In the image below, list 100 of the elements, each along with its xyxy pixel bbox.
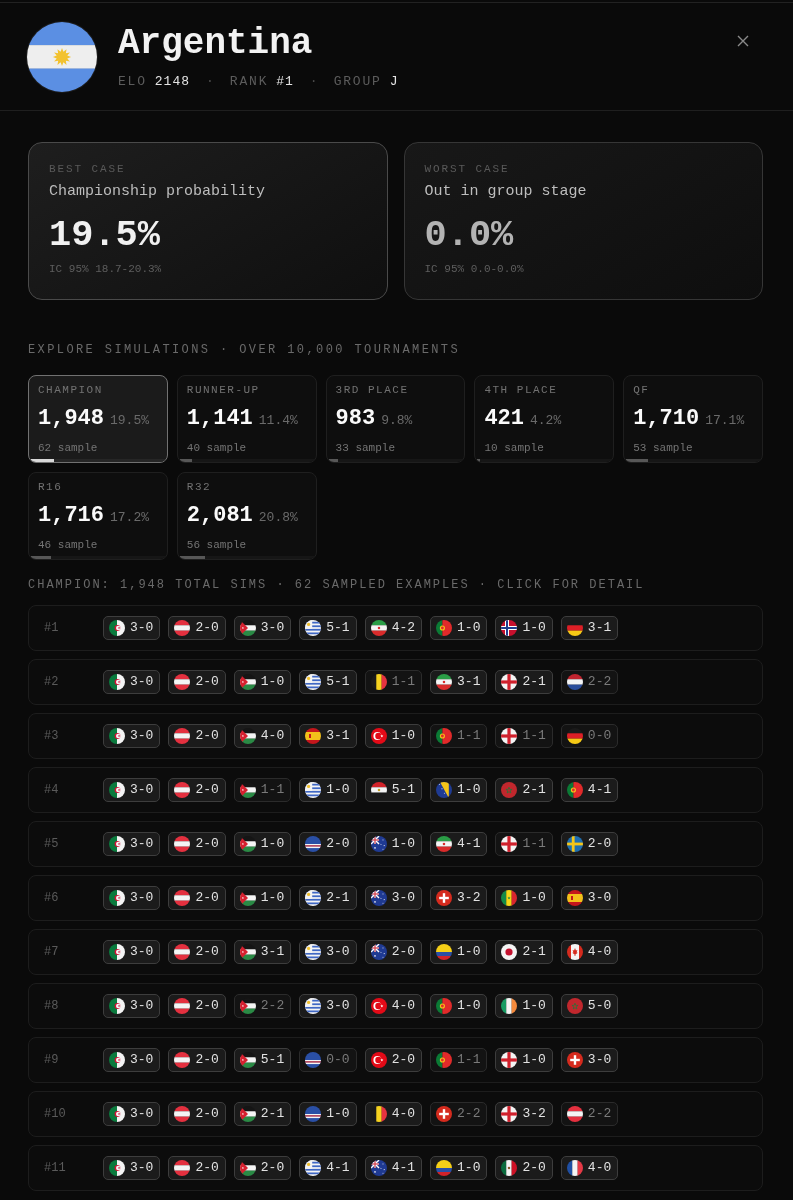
- stage-tab[interactable]: CHAMPION 1,948 19.5% 62 sample: [28, 375, 168, 463]
- simulation-count: 2,081: [186, 504, 253, 528]
- flag-icon: [566, 944, 583, 960]
- simulation-count: 1,716: [38, 504, 104, 528]
- simulation-row[interactable]: #10 3-0 2-0 2-1 1-0 4-0 2-2 3-2 2-2: [28, 1091, 763, 1137]
- flag-icon: [436, 998, 453, 1014]
- flag-icon: [436, 944, 453, 960]
- match-score: 2-0: [260, 1160, 285, 1176]
- match-score: 1-0: [326, 782, 350, 798]
- flag-icon: [501, 998, 518, 1014]
- flag-icon: [239, 998, 256, 1014]
- match-score: 4-0: [391, 1106, 416, 1122]
- flag-icon: [109, 674, 125, 690]
- match-score: 3-0: [587, 890, 612, 906]
- match-score: 5-0: [587, 998, 612, 1014]
- match-score: 3-0: [130, 1160, 154, 1176]
- sample-count: 40 sample: [185, 442, 248, 455]
- match-score: 4-2: [391, 620, 416, 636]
- flag-icon: [109, 836, 125, 852]
- flag-icon: [566, 782, 583, 798]
- flag-icon: [305, 782, 322, 798]
- flag-icon: [305, 1052, 322, 1068]
- match-score: 3-2: [457, 890, 481, 906]
- simulation-count: 1,948: [38, 407, 104, 431]
- match-score: 3-1: [260, 944, 285, 960]
- match-score: 3-0: [130, 674, 154, 690]
- flag-icon: [370, 890, 387, 906]
- flag-icon: [109, 944, 125, 960]
- simulation-row[interactable]: #8 3-0 2-0 2-2 3-0 4-0 1-0 1-0 5-0: [28, 983, 763, 1029]
- match-score: 3-0: [130, 836, 154, 852]
- flag-icon: [436, 620, 453, 636]
- stage-label: RUNNER-UP: [185, 384, 261, 396]
- match-score: 3-1: [587, 620, 612, 636]
- simulation-row[interactable]: #1 3-0 2-0 3-0 5-1 4-2 1-0 1-0 3-1: [28, 605, 763, 651]
- match-score: 2-0: [522, 1160, 546, 1176]
- simulation-row[interactable]: #7 3-0 2-0 3-1 3-0 2-0 1-0 2-1 4-0: [28, 929, 763, 975]
- stage-tab[interactable]: 3RD PLACE 983 9.8% 33 sample: [325, 375, 466, 463]
- stage-tab[interactable]: QF 1,710 17.1% 53 sample: [623, 375, 763, 463]
- match-score: 1-0: [457, 620, 481, 636]
- flag-icon: [109, 1052, 125, 1068]
- simulation-row[interactable]: #6 3-0 2-0 1-0 2-1 3-0 3-2 1-0 3-0: [28, 875, 763, 921]
- flag-icon: [305, 620, 322, 636]
- match-score: 0-0: [326, 1052, 350, 1068]
- stage-tab[interactable]: RUNNER-UP 1,141 11.4% 40 sample: [176, 375, 317, 463]
- match-score: 2-2: [587, 674, 612, 690]
- simulation-number: #9: [44, 1053, 60, 1067]
- case-title: Out in group stage: [424, 183, 588, 201]
- stage-tab[interactable]: 4TH PLACE 421 4.2% 10 sample: [474, 375, 615, 463]
- flag-icon: [174, 782, 191, 798]
- flag-icon: [239, 782, 256, 798]
- match-score: 1-0: [391, 836, 416, 852]
- match-score: 1-0: [260, 890, 285, 906]
- flag-icon: [174, 890, 191, 906]
- simulation-row[interactable]: #9 3-0 2-0 5-1 0-0 2-0 1-1 1-0 3-0: [28, 1037, 763, 1083]
- team-name: Argentina: [118, 24, 314, 64]
- flag-icon: [501, 836, 518, 852]
- match-score: 3-0: [260, 620, 285, 636]
- match-score: 5-1: [326, 674, 350, 690]
- match-score: 1-0: [326, 1106, 350, 1122]
- flag-icon: [174, 1052, 191, 1068]
- flag-icon: [174, 674, 191, 690]
- simulation-number: #11: [44, 1161, 67, 1175]
- sample-count: 33 sample: [334, 442, 396, 455]
- match-score: 2-1: [260, 1106, 285, 1122]
- match-score: 3-0: [130, 782, 154, 798]
- stage-tab[interactable]: R16 1,716 17.2% 46 sample: [28, 472, 168, 560]
- simulation-row[interactable]: #4 3-0 2-0 1-1 1-0 5-1 1-0 2-1 4-1: [28, 767, 763, 813]
- flag-icon: [174, 728, 191, 744]
- match-score: 2-0: [195, 998, 219, 1014]
- match-score: 2-0: [326, 836, 350, 852]
- match-score: 4-0: [391, 998, 416, 1014]
- simulation-row[interactable]: #11 3-0 2-0 2-0 4-1 4-1 1-0 2-0 4-0: [28, 1145, 763, 1191]
- simulation-count: 421: [484, 407, 524, 431]
- match-score: 2-1: [522, 782, 546, 798]
- flag-icon: [436, 1052, 453, 1068]
- simulation-row[interactable]: #3 3-0 2-0 4-0 3-1 1-0 1-1 1-1 0-0: [28, 713, 763, 759]
- match-score: 2-1: [522, 944, 546, 960]
- match-score: 1-0: [391, 728, 416, 744]
- flag-icon: [436, 782, 453, 798]
- confidence-interval: IC 95% 18.7-20.3%: [49, 263, 163, 276]
- match-score: 2-2: [587, 1106, 612, 1122]
- simulation-number: #10: [44, 1107, 67, 1121]
- share-percent: 11.4%: [258, 412, 298, 430]
- flag-icon: [239, 620, 256, 636]
- match-score: 4-0: [260, 728, 285, 744]
- simulation-row[interactable]: #5 3-0 2-0 1-0 2-0 1-0 4-1 1-1 2-0: [28, 821, 763, 867]
- flag-icon: [501, 674, 518, 690]
- flag-icon: [305, 674, 322, 690]
- match-score: 4-0: [587, 944, 612, 960]
- confidence-interval: IC 95% 0.0-0.0%: [424, 263, 525, 276]
- match-score: 1-0: [522, 998, 546, 1014]
- stage-tab[interactable]: R32 2,081 20.8% 56 sample: [176, 472, 317, 560]
- match-score: 1-1: [457, 1052, 481, 1068]
- flag-icon: [436, 1106, 453, 1122]
- simulation-row[interactable]: #2 3-0 2-0 1-0 5-1 1-1 3-1 2-1 2-2: [28, 659, 763, 705]
- simulation-number: #6: [44, 891, 60, 905]
- flag-icon: [370, 674, 387, 690]
- match-score: 2-0: [195, 1160, 219, 1176]
- sample-count: 56 sample: [185, 539, 248, 552]
- match-score: 3-0: [130, 1106, 154, 1122]
